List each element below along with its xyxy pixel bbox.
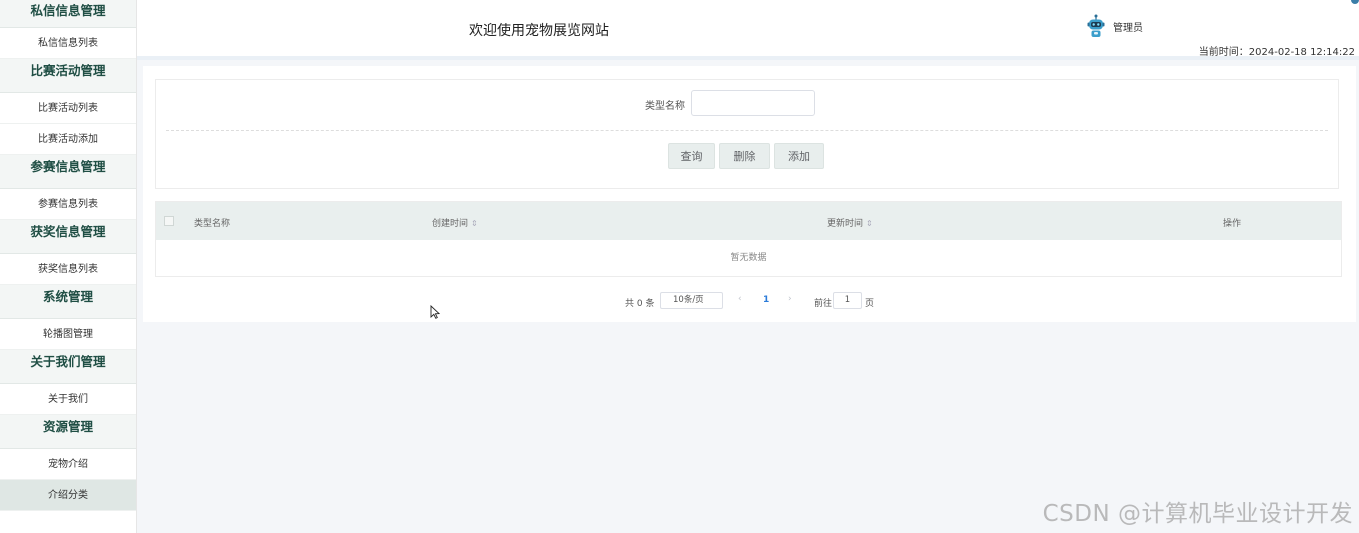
sidebar-item-competition-list[interactable]: 比赛活动列表	[0, 93, 136, 124]
pagination: 共 0 条 10条/页 ‹ 1 › 前往 1 页	[143, 288, 1356, 312]
page-size-select[interactable]: 10条/页	[660, 292, 723, 309]
watermark: CSDN @计算机毕业设计开发	[1042, 501, 1353, 527]
user-name: 管理员	[1113, 22, 1143, 34]
user-info[interactable]: 管理员	[1087, 14, 1143, 38]
table-header: 类型名称 创建时间 ⇕ 更新时间 ⇕ 操作	[156, 202, 1341, 240]
chevron-right-icon[interactable]: ›	[788, 294, 792, 304]
column-created-time-wrap[interactable]: 创建时间 ⇕	[432, 216, 478, 229]
add-button[interactable]: 添加	[774, 143, 824, 169]
query-button[interactable]: 查询	[668, 143, 715, 169]
sidebar-item-pet-intro[interactable]: 宠物介绍	[0, 449, 136, 480]
column-created-time: 创建时间	[432, 219, 469, 229]
sidebar-group-entry[interactable]: 参赛信息管理	[0, 155, 136, 189]
sidebar-group-resource[interactable]: 资源管理	[0, 415, 136, 449]
pagination-total: 共 0 条	[625, 299, 655, 309]
sidebar-group-award[interactable]: 获奖信息管理	[0, 220, 136, 254]
sidebar-group-about[interactable]: 关于我们管理	[0, 350, 136, 384]
divider	[166, 130, 1328, 131]
sidebar-group-competition[interactable]: 比赛活动管理	[0, 59, 136, 93]
header: 欢迎使用宠物展览网站 管理员 当前时间：2024-02-18 12:14:22	[137, 0, 1359, 60]
sidebar-item-entry-list[interactable]: 参赛信息列表	[0, 189, 136, 220]
sidebar-group-system[interactable]: 系统管理	[0, 285, 136, 319]
sidebar-item-award-list[interactable]: 获奖信息列表	[0, 254, 136, 285]
sidebar-item-private-message-list[interactable]: 私信信息列表	[0, 28, 136, 59]
sidebar-item-competition-add[interactable]: 比赛活动添加	[0, 124, 136, 155]
sort-caret-icon[interactable]: ⇕	[866, 219, 873, 228]
robot-avatar-icon	[1087, 14, 1105, 38]
chevron-left-icon[interactable]: ‹	[738, 294, 742, 304]
page-number-current[interactable]: 1	[763, 295, 769, 305]
column-updated-time: 更新时间	[827, 219, 864, 229]
column-type-name: 类型名称	[194, 219, 231, 229]
sidebar: 私信信息管理 私信信息列表 比赛活动管理 比赛活动列表 比赛活动添加 参赛信息管…	[0, 0, 137, 533]
data-table: 类型名称 创建时间 ⇕ 更新时间 ⇕ 操作 暂无数据	[155, 201, 1342, 277]
goto-suffix: 页	[865, 299, 875, 309]
corner-dot-icon	[1351, 0, 1359, 4]
sidebar-item-about-us[interactable]: 关于我们	[0, 384, 136, 415]
select-all-checkbox[interactable]	[164, 216, 174, 226]
search-form: 类型名称 查询 删除 添加	[155, 79, 1339, 189]
search-label: 类型名称	[645, 101, 685, 112]
sort-caret-icon[interactable]: ⇕	[471, 219, 478, 228]
site-title: 欢迎使用宠物展览网站	[469, 23, 609, 39]
goto-page-input[interactable]: 1	[833, 292, 862, 309]
goto-label: 前往	[814, 299, 833, 309]
empty-text: 暂无数据	[730, 253, 767, 263]
sidebar-group-private-message[interactable]: 私信信息管理	[0, 0, 136, 28]
delete-button[interactable]: 删除	[719, 143, 770, 169]
column-updated-time-wrap[interactable]: 更新时间 ⇕	[827, 216, 873, 229]
column-actions: 操作	[1223, 219, 1242, 229]
sidebar-item-carousel[interactable]: 轮播图管理	[0, 319, 136, 350]
sidebar-item-intro-category[interactable]: 介绍分类	[0, 480, 136, 511]
type-name-input[interactable]	[691, 90, 815, 116]
mouse-cursor-icon	[430, 305, 440, 319]
main-panel: 类型名称 查询 删除 添加 类型名称 创建时间 ⇕ 更新时间 ⇕ 操作 暂无数据 共…	[143, 66, 1356, 322]
current-time: 当前时间：2024-02-18 12:14:22	[1198, 47, 1355, 58]
